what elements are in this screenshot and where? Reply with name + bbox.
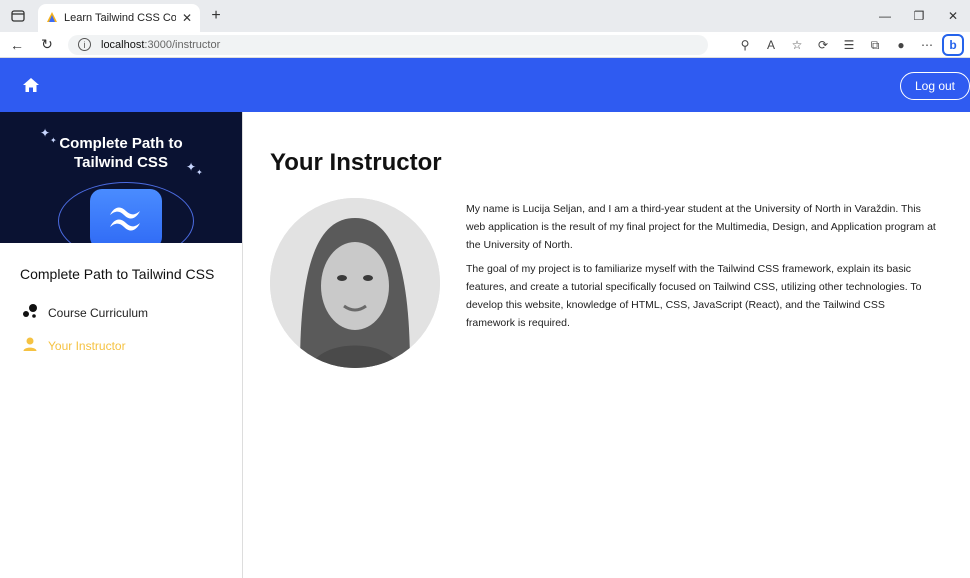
browser-tab[interactable]: Learn Tailwind CSS Course for Be ✕ (38, 4, 200, 32)
bing-icon[interactable]: b (942, 34, 964, 56)
collections-icon[interactable]: ⧉ (864, 34, 886, 56)
read-aloud-icon[interactable]: A (760, 34, 782, 56)
sidebar-item-label: Course Curriculum (48, 305, 149, 320)
restore-icon[interactable]: ❐ (902, 0, 936, 32)
main-content: Your Instructor My name is Lucija Seljan… (243, 112, 970, 578)
sidebar-item-your-instructor[interactable]: Your Instructor (22, 336, 126, 355)
tab-actions-icon[interactable] (0, 0, 36, 32)
close-window-icon[interactable]: ✕ (936, 0, 970, 32)
url-host: localhost (101, 38, 145, 51)
url-field[interactable]: i localhost:3000/instructor (68, 34, 708, 55)
tailwind-favicon-icon (46, 11, 58, 26)
banner-title-line-1: Complete Path to (59, 135, 183, 152)
course-title: Complete Path to Tailwind CSS (20, 266, 215, 282)
bio-paragraph-1: My name is Lucija Seljan, and I am a thi… (466, 203, 936, 251)
more-options-icon[interactable]: ⋯ (916, 34, 938, 56)
user-icon (22, 336, 38, 355)
banner-title-line-2: Tailwind CSS (74, 154, 168, 171)
instructor-photo (270, 198, 440, 368)
bio-paragraph-2: The goal of my project is to familiarize… (466, 263, 922, 329)
favorite-star-icon[interactable]: ☆ (786, 34, 808, 56)
tailwind-logo-icon (90, 189, 162, 243)
favorites-list-icon[interactable]: ☰ (838, 34, 860, 56)
refresh-icon[interactable]: ↻ (34, 32, 60, 58)
banner-title: Complete Path to Tailwind CSS (0, 134, 242, 172)
browser-tabbar: Learn Tailwind CSS Course for Be ✕ + — ❐… (0, 0, 970, 32)
url-path: :3000/instructor (144, 38, 221, 51)
minimize-icon[interactable]: — (868, 0, 902, 32)
app-header: Log out (0, 58, 970, 112)
tab-title: Learn Tailwind CSS Course for Be (64, 12, 176, 24)
close-tab-icon[interactable]: ✕ (182, 11, 192, 25)
extensions-icon[interactable]: ⟳ (812, 34, 834, 56)
instructor-bio: My name is Lucija Seljan, and I am a thi… (466, 200, 936, 338)
curriculum-icon (22, 303, 38, 322)
site-info-icon[interactable]: i (78, 38, 91, 51)
course-banner: ✦ ✦ ✦ ✦ Complete Path to Tailwind CSS (0, 112, 242, 243)
key-icon[interactable]: ⚲ (734, 34, 756, 56)
back-icon[interactable]: ← (4, 32, 30, 58)
sidebar-item-label: Your Instructor (48, 338, 126, 353)
address-bar-row: ← ↻ i localhost:3000/instructor ⚲ A ☆ ⟳ … (0, 32, 970, 58)
logout-button[interactable]: Log out (900, 72, 970, 100)
page-title: Your Instructor (270, 149, 442, 176)
home-icon[interactable] (22, 76, 40, 94)
new-tab-icon[interactable]: + (206, 6, 226, 26)
sidebar: ✦ ✦ ✦ ✦ Complete Path to Tailwind CSS Co… (0, 112, 243, 578)
sidebar-item-course-curriculum[interactable]: Course Curriculum (22, 303, 148, 322)
profile-avatar-icon[interactable]: ● (890, 34, 912, 56)
